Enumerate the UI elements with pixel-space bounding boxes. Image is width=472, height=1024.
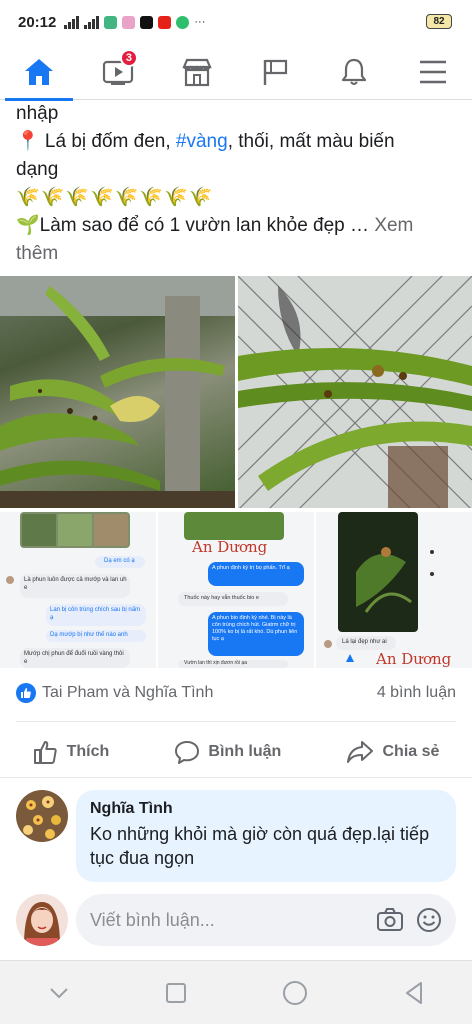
chat-message: Thuốc này hay vẫn thuốc bio e — [184, 595, 259, 601]
orchid-photo-1-image — [0, 276, 235, 508]
watch-badge: 3 — [119, 48, 138, 67]
chat-screenshot-2[interactable]: An Dương A phun định kỳ trị bọ phấn. Trĩ… — [158, 512, 314, 668]
comment-text: Ko những khỏi mà giờ còn quá đẹp.lại tiế… — [90, 824, 430, 868]
thumbs-up-icon — [33, 740, 57, 764]
see-more-link[interactable]: Xem — [374, 215, 413, 236]
home-icon — [25, 58, 54, 85]
comment-label: Bình luận — [208, 742, 282, 760]
chat-screenshot-1[interactable]: Dạ em có ạ Là phun luôn được cả mướp và … — [0, 512, 156, 668]
reactions-summary[interactable]: Tai Pham và Nghĩa Tình 4 bình luận — [16, 676, 456, 722]
chat-message: Mướp chị phun để đuổi ruồi vàng thôi e — [24, 651, 124, 665]
see-more-link[interactable]: thêm — [16, 240, 456, 268]
post-line: 🌱Làm sao để có 1 vườn lan khỏe đẹp … Xem — [16, 212, 456, 240]
nav-marketplace[interactable] — [167, 44, 227, 100]
user-avatar-image — [16, 894, 68, 946]
chat-screenshot-3[interactable]: Lá lại đẹp như ai An Dương — [316, 512, 472, 668]
emoji-icon[interactable] — [416, 907, 442, 933]
nav-pages[interactable] — [245, 44, 305, 100]
chat-message: Dạ mướp bị như thế nào anh — [50, 632, 128, 638]
chat-message: A phun bio định kỳ nhé. Bị này là côn tr… — [212, 615, 298, 642]
top-nav-bar: 3 — [0, 44, 472, 101]
youtube-icon — [158, 15, 172, 29]
post-text: nhập 📍 Lá bị đốm đen, #vàng, thối, mất m… — [0, 100, 472, 268]
chat-screenshot-3-image — [324, 512, 434, 662]
commenter-avatar-image — [16, 790, 68, 842]
system-nav-bar — [0, 960, 472, 1024]
watermark: An Dương — [376, 650, 452, 668]
flag-icon — [264, 59, 288, 85]
status-icons: ··· — [64, 15, 205, 29]
chat-message: Dạ em có ạ — [104, 558, 135, 564]
recent-apps-icon[interactable] — [165, 982, 187, 1004]
avatar[interactable] — [16, 790, 68, 842]
back-icon[interactable] — [403, 981, 425, 1005]
chat-message: Là phun luôn được cả mướp và lan uh e — [24, 577, 127, 591]
write-comment-row: Viết bình luận... — [16, 894, 456, 946]
orchid-photo-2-image — [238, 276, 472, 508]
status-time: 20:12 — [18, 13, 57, 31]
comment-input[interactable]: Viết bình luận... — [76, 894, 456, 946]
app-notification-icon — [176, 15, 190, 29]
orchid-photo-2[interactable] — [238, 276, 472, 508]
chat-message: Vườn lan thì xịn đươn rồi ạa — [184, 660, 248, 666]
post-text-segment: 🌱Làm sao để có 1 vườn lan khỏe đẹp … — [16, 215, 375, 236]
nav-home[interactable] — [5, 44, 74, 101]
more-icon: ··· — [194, 16, 206, 28]
camera-icon[interactable] — [376, 907, 404, 933]
signal-icon — [64, 15, 80, 29]
comment-item: Nghĩa Tình Ko những khỏi mà giờ còn quá … — [16, 790, 456, 882]
share-icon — [347, 740, 374, 763]
chat-message: Lá lại đẹp như ai — [342, 639, 387, 645]
comment-input-placeholder: Viết bình luận... — [90, 909, 215, 930]
avatar[interactable] — [16, 894, 68, 946]
comments-count[interactable]: 4 bình luận — [377, 684, 456, 702]
reaction-names[interactable]: Tai Pham và Nghĩa Tình — [42, 684, 377, 702]
hashtag-link[interactable]: #vàng — [176, 131, 228, 152]
chevron-down-icon[interactable] — [48, 986, 70, 1000]
comment-author[interactable]: Nghĩa Tình — [90, 800, 442, 818]
app-notification-icon — [104, 15, 118, 29]
battery-icon: 82 — [426, 14, 452, 29]
home-circle-icon[interactable] — [282, 980, 308, 1006]
comment-bubble[interactable]: Nghĩa Tình Ko những khỏi mà giờ còn quá … — [76, 790, 456, 882]
bell-icon — [341, 58, 367, 85]
post-line: nhập — [16, 103, 59, 124]
photo-grid: Dạ em có ạ Là phun luôn được cả mướp và … — [0, 276, 472, 668]
post-text-segment: , thối, mất màu biến — [227, 131, 395, 152]
post-line: 📍 Lá bị đốm đen, #vàng, thối, mất màu bi… — [16, 128, 456, 156]
store-icon — [181, 58, 212, 86]
share-button[interactable]: Chia sẻ — [346, 739, 439, 765]
chat-screenshot-2-image — [178, 512, 304, 668]
comment-button[interactable]: Bình luận — [174, 739, 281, 765]
orchid-photo-1[interactable] — [0, 276, 235, 508]
post-line: dạng — [16, 159, 59, 180]
watermark: An Dương — [192, 538, 268, 556]
hamburger-icon — [419, 60, 446, 83]
nav-watch[interactable]: 3 — [88, 44, 148, 100]
like-label: Thích — [66, 742, 110, 760]
nav-menu[interactable] — [403, 44, 463, 100]
post-actions: Thích Bình luận Chia sẻ — [0, 726, 472, 778]
comment-icon — [175, 740, 200, 764]
post-line: 🌾🌾🌾🌾🌾🌾🌾🌾 — [16, 187, 214, 208]
tiktok-icon — [140, 15, 154, 29]
signal-icon-2 — [84, 15, 100, 29]
chat-message: Lan bị côn trùng chích sau bị nấm ạ — [50, 607, 141, 621]
post-text-segment: 📍 Lá bị đốm đen, — [16, 131, 176, 152]
like-reaction-icon — [16, 682, 36, 703]
chat-message: A phun định kỳ trị bọ phấn. Trĩ ạ — [212, 565, 290, 571]
share-label: Chia sẻ — [382, 742, 440, 760]
app-notification-icon — [122, 15, 136, 29]
nav-notifications[interactable] — [324, 44, 384, 100]
like-button[interactable]: Thích — [33, 739, 110, 765]
status-bar: 20:12 ··· 82 — [0, 0, 472, 44]
